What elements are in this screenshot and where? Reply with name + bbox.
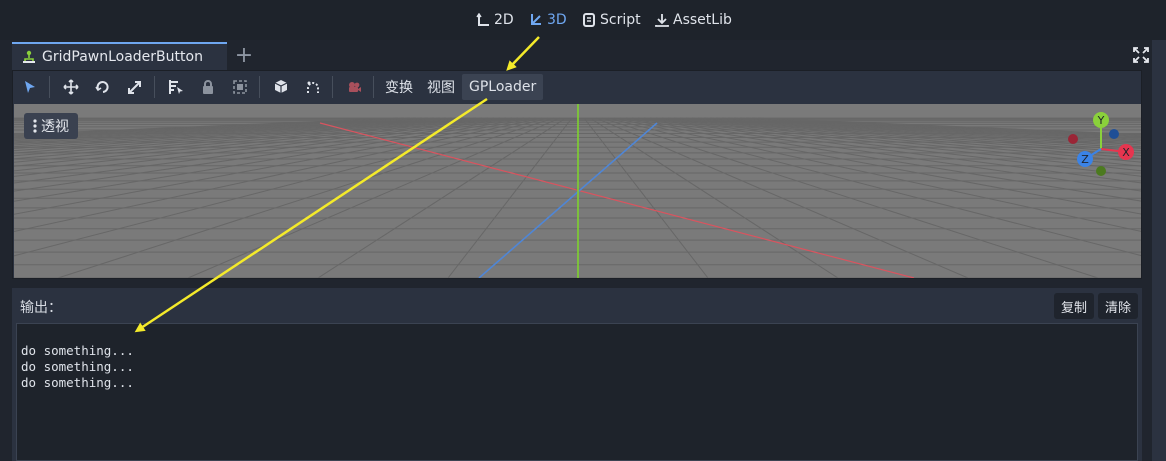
toolbar-separator (49, 76, 50, 98)
view-menu[interactable]: 视图 (420, 74, 462, 100)
select-mode-button[interactable] (15, 74, 45, 100)
perspective-menu-button[interactable]: 透视 (24, 113, 78, 139)
3d-scene-view[interactable] (14, 104, 1141, 278)
workspace-script-button[interactable]: Script (582, 8, 641, 32)
kebab-menu-icon (33, 119, 37, 133)
script-icon (583, 13, 595, 27)
scene-tab-title: GridPawnLoaderButton (42, 49, 203, 65)
gizmo-y-label: Y (1097, 114, 1105, 127)
toolbar-separator (154, 76, 155, 98)
toolbar-separator (373, 76, 374, 98)
workspace-label: Script (600, 12, 641, 28)
output-log[interactable]: do something... do something... do somet… (16, 323, 1138, 461)
log-line: do something... (21, 375, 134, 390)
plus-icon: + (234, 42, 254, 68)
workspace-label: AssetLib (673, 12, 732, 28)
workspace-2d-button[interactable]: 2D (476, 8, 514, 32)
log-line: do something... (21, 343, 134, 358)
3d-workspace-icon (531, 14, 541, 25)
perspective-label: 透视 (41, 119, 69, 135)
toolbar-separator (332, 76, 333, 98)
list-select-button[interactable] (161, 74, 191, 100)
output-title: 输出： (20, 300, 62, 316)
camera-icon (349, 82, 361, 92)
move-icon (63, 79, 79, 95)
lock-button[interactable] (193, 74, 223, 100)
copy-button[interactable]: 复制 (1054, 293, 1094, 319)
move-mode-button[interactable] (56, 74, 86, 100)
right-dock-edge (1152, 40, 1166, 461)
distraction-free-icon[interactable] (1132, 46, 1150, 64)
local-space-button[interactable] (266, 74, 296, 100)
scale-icon (128, 81, 141, 94)
cursor-arrow-icon (25, 81, 35, 93)
2d-workspace-icon (476, 13, 489, 26)
workspace-3d-button[interactable]: 3D (529, 8, 567, 32)
left-dock-edge (0, 70, 12, 461)
workspace-assetlib-button[interactable]: AssetLib (655, 8, 732, 32)
scale-mode-button[interactable] (120, 74, 150, 100)
transform-menu[interactable]: 变换 (378, 74, 420, 100)
output-panel: 输出： 复制 清除 do something... do something..… (12, 288, 1142, 461)
clear-button[interactable]: 清除 (1098, 293, 1138, 319)
scene-tab-bar: GridPawnLoaderButton + (12, 42, 1149, 70)
scene-tab[interactable]: GridPawnLoaderButton (12, 42, 227, 70)
gploader-menu-button[interactable]: GPLoader (462, 74, 544, 100)
3d-viewport-panel: 变换 视图 GPLoader Y X Z (12, 70, 1142, 279)
rotate-icon (95, 81, 109, 93)
workspace-bar: 2D 3D Script AssetLib (0, 0, 1166, 40)
orientation-gizmo[interactable]: Y X Z (1063, 109, 1139, 181)
workspace-label: 3D (547, 12, 567, 28)
workspace-label: 2D (494, 12, 514, 28)
toolbar-separator (259, 76, 260, 98)
group-icon (233, 80, 247, 94)
snap-button[interactable] (298, 74, 328, 100)
scene-tree-icon (23, 50, 35, 63)
spatial-editor-toolbar: 变换 视图 GPLoader (13, 71, 1141, 103)
gizmo-x-label: X (1122, 146, 1130, 159)
lock-icon (203, 80, 213, 94)
list-select-icon (169, 80, 183, 94)
download-icon (655, 14, 669, 27)
rotate-mode-button[interactable] (88, 74, 118, 100)
add-tab-button[interactable]: + (232, 42, 256, 68)
camera-override-button[interactable] (339, 74, 369, 100)
snap-magnet-icon (307, 81, 319, 93)
group-button[interactable] (225, 74, 255, 100)
log-line: do something... (21, 359, 134, 374)
gizmo-z-label: Z (1081, 153, 1089, 166)
cube-icon (274, 80, 288, 93)
